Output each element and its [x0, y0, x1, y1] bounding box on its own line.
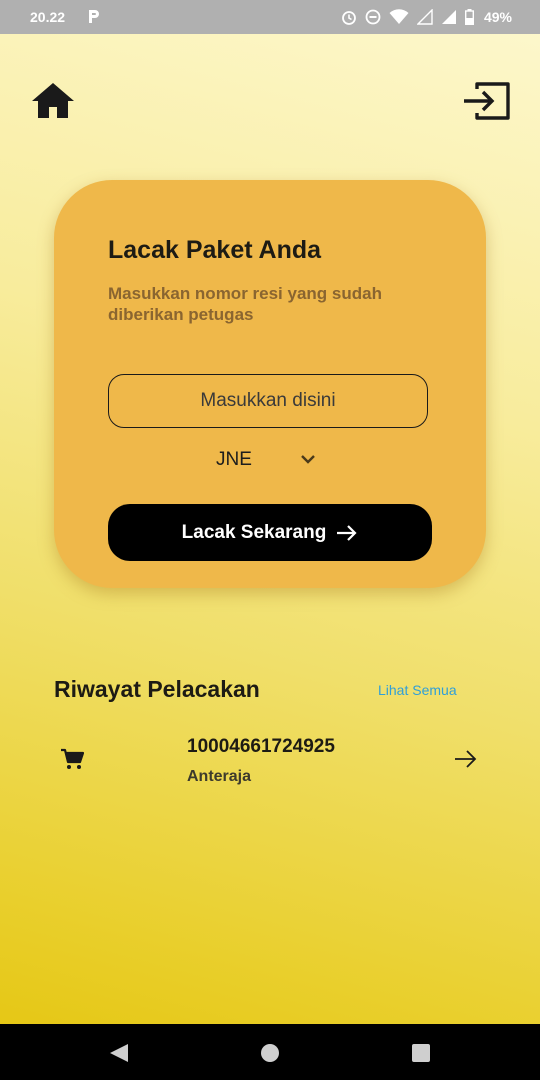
- signal-icon: [441, 10, 456, 24]
- logout-button[interactable]: [462, 80, 512, 122]
- cart-icon: [61, 748, 84, 769]
- track-now-button[interactable]: Lacak Sekarang: [108, 504, 432, 561]
- arrow-right-icon: [337, 524, 357, 541]
- do-not-disturb-icon: [365, 9, 381, 25]
- alarm-icon: [342, 11, 356, 25]
- card-subtitle: Masukkan nomor resi yang sudah diberikan…: [108, 284, 382, 324]
- track-card: Lacak Paket Anda Masukkan nomor resi yan…: [54, 180, 486, 588]
- card-title: Lacak Paket Anda: [108, 236, 322, 264]
- exit-icon: [464, 82, 510, 120]
- courier-selected-value: JNE: [216, 449, 252, 470]
- wifi-icon: [389, 9, 409, 24]
- resi-input[interactable]: [108, 374, 428, 428]
- recent-apps-icon[interactable]: [410, 1042, 432, 1064]
- battery-percent: 49%: [483, 9, 512, 25]
- status-time: 20.22: [30, 9, 66, 25]
- history-item[interactable]: 10004661724925 Anteraja: [54, 728, 494, 798]
- track-now-label: Lacak Sekarang: [181, 521, 327, 543]
- history-courier: Anteraja: [187, 768, 252, 785]
- home-nav-icon[interactable]: [259, 1042, 281, 1064]
- back-icon[interactable]: [108, 1042, 130, 1064]
- parking-app-icon: [89, 10, 99, 23]
- see-all-link[interactable]: Lihat Semua: [378, 682, 457, 698]
- home-button[interactable]: [30, 80, 76, 122]
- arrow-right-icon: [455, 750, 477, 768]
- history-title: Riwayat Pelacakan: [54, 676, 260, 702]
- status-icons: 49%: [341, 9, 512, 25]
- battery-icon: [464, 9, 474, 25]
- history-resi: 10004661724925: [187, 736, 335, 757]
- signal-empty-icon: [416, 9, 433, 25]
- status-bar: 20.22 49%: [0, 0, 540, 34]
- home-icon: [32, 83, 74, 118]
- courier-dropdown[interactable]: JNE: [204, 442, 334, 478]
- chevron-down-icon: [301, 455, 315, 464]
- navigation-bar: [0, 1024, 540, 1080]
